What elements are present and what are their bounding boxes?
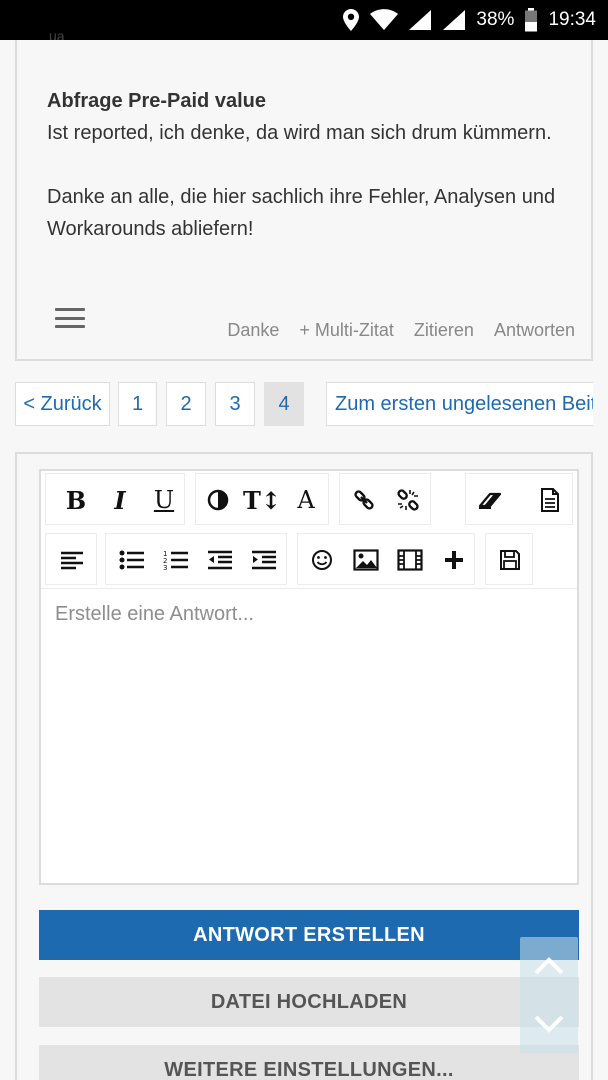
toolbar-group-links xyxy=(339,473,431,525)
toolbar-group-save xyxy=(485,533,533,585)
wifi-icon xyxy=(370,9,399,30)
save-draft-button[interactable] xyxy=(488,534,532,586)
remove-format-button[interactable] xyxy=(468,474,512,526)
image-icon xyxy=(353,549,379,571)
numbered-list-button[interactable]: 123 xyxy=(154,534,198,586)
page-1-button[interactable]: 1 xyxy=(118,382,157,426)
indent-icon xyxy=(252,550,276,570)
toolbar-group-tools xyxy=(465,473,573,525)
battery-percent: 38% xyxy=(476,9,515,30)
italic-button[interactable]: I xyxy=(98,474,142,526)
toolbar-group-align xyxy=(45,533,97,585)
color-button[interactable] xyxy=(196,474,240,526)
insert-more-button[interactable] xyxy=(432,534,476,586)
pagination: < Zurück 1 2 3 4 Zum ersten ungelesenen … xyxy=(15,382,593,426)
reply-button[interactable]: Antworten xyxy=(494,320,575,341)
pagination-back-button[interactable]: < Zurück xyxy=(15,382,110,426)
font-icon: A xyxy=(297,486,315,514)
toolbar-group-media xyxy=(297,533,475,585)
italic-icon: I xyxy=(114,485,126,515)
underline-icon: U xyxy=(153,486,175,514)
source-view-button[interactable] xyxy=(528,474,572,526)
status-bar: 38% 19:34 xyxy=(0,0,608,40)
text-size-button[interactable]: T↕ xyxy=(240,474,284,526)
align-left-button[interactable] xyxy=(50,534,94,586)
bullet-list-button[interactable] xyxy=(110,534,154,586)
outdent-icon xyxy=(208,550,232,570)
font-button[interactable]: A xyxy=(284,474,328,526)
image-button[interactable] xyxy=(344,534,388,586)
scroll-helper xyxy=(520,937,578,1053)
multi-quote-button[interactable]: + Multi-Zitat xyxy=(299,320,394,341)
bullet-list-icon xyxy=(119,550,144,570)
unlink-icon xyxy=(397,489,419,511)
link-icon xyxy=(354,490,374,510)
battery-icon xyxy=(525,8,538,32)
bold-button[interactable]: B xyxy=(54,474,98,526)
hamburger-menu-icon[interactable] xyxy=(55,306,85,330)
post-actions: Danke + Multi-Zitat Zitieren Antworten xyxy=(227,320,575,341)
bold-icon: B xyxy=(65,485,87,515)
smiley-button[interactable] xyxy=(300,534,344,586)
svg-text:3: 3 xyxy=(163,564,167,571)
plus-icon xyxy=(445,551,463,569)
post-fragment-text: ua xyxy=(49,32,65,40)
indent-button[interactable] xyxy=(242,534,286,586)
clock: 19:34 xyxy=(548,9,596,30)
upload-file-button[interactable]: DATEI HOCHLADEN xyxy=(39,977,579,1027)
smiley-icon xyxy=(312,550,332,570)
page-2-button[interactable]: 2 xyxy=(166,382,206,426)
thanks-button[interactable]: Danke xyxy=(227,320,279,341)
page-4-button-current[interactable]: 4 xyxy=(264,382,304,426)
align-left-icon xyxy=(61,551,83,570)
unlink-button[interactable] xyxy=(386,474,430,526)
toolbar-group-style: T↕ A xyxy=(195,473,329,525)
signal-icon xyxy=(409,10,432,30)
post-heading: Abfrage Pre-Paid value xyxy=(47,90,266,112)
more-settings-button[interactable]: WEITERE EINSTELLUNGEN... xyxy=(39,1045,579,1080)
scroll-down-button[interactable] xyxy=(520,995,578,1053)
scroll-up-button[interactable] xyxy=(520,937,578,995)
save-icon xyxy=(500,550,520,570)
underline-button[interactable]: U xyxy=(142,474,186,526)
chevron-up-icon xyxy=(534,957,564,975)
rich-text-editor: B I U T↕ A 1 2 3 Erstelle eine Antwort..… xyxy=(39,469,579,885)
toolbar-group-lists: 123 xyxy=(105,533,287,585)
editor-toolbar: B I U T↕ A 1 2 3 xyxy=(41,471,577,587)
outdent-button[interactable] xyxy=(198,534,242,586)
text-size-icon: T↕ xyxy=(243,485,281,515)
source-document-icon xyxy=(541,488,559,512)
video-icon xyxy=(397,549,423,571)
video-button[interactable] xyxy=(388,534,432,586)
post-body: Abfrage Pre-Paid value Ist reported, ich… xyxy=(47,85,557,245)
quote-button[interactable]: Zitieren xyxy=(414,320,474,341)
reply-panel: B I U T↕ A 1 2 3 Erstelle eine Antwort..… xyxy=(15,452,593,1080)
toolbar-group-format: B I U xyxy=(45,473,185,525)
page-3-button[interactable]: 3 xyxy=(215,382,255,426)
numbered-list-icon: 123 xyxy=(163,550,188,571)
eraser-icon xyxy=(478,492,502,509)
contrast-icon xyxy=(207,489,229,511)
link-button[interactable] xyxy=(342,474,386,526)
location-icon xyxy=(343,9,360,31)
signal-icon-2 xyxy=(443,10,466,30)
submit-reply-button[interactable]: ANTWORT ERSTELLEN xyxy=(39,910,579,960)
post-line-1: Ist reported, ich denke, da wird man sic… xyxy=(47,122,552,144)
forum-post: ua Abfrage Pre-Paid value Ist reported, … xyxy=(15,32,593,361)
reply-textarea[interactable] xyxy=(41,588,577,883)
first-unread-button[interactable]: Zum ersten ungelesenen Beitrag xyxy=(326,382,593,426)
chevron-down-icon xyxy=(534,1015,564,1033)
post-line-2: Danke an alle, die hier sachlich ihre Fe… xyxy=(47,186,556,240)
